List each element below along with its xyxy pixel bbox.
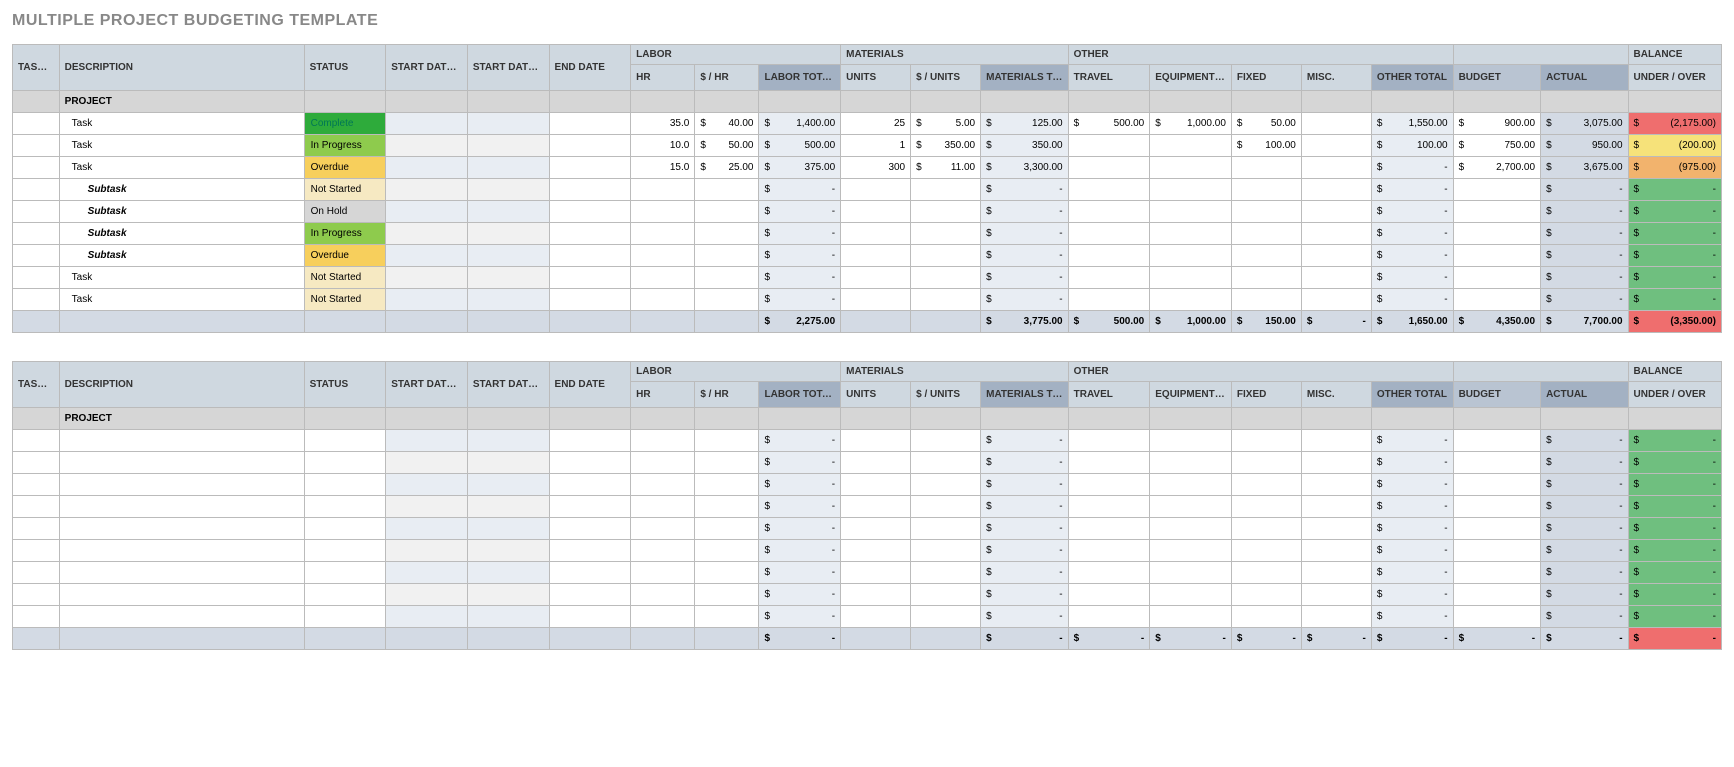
status-badge: Complete <box>304 113 386 135</box>
table-row: $- $- $- $- $- <box>13 496 1722 518</box>
table-row: Subtask In Progress $- $- $- $- $- <box>13 223 1722 245</box>
table-row: $- $- $- $- $- <box>13 452 1722 474</box>
table-row: $- $- $- $- $- <box>13 474 1722 496</box>
table-row: $- $- $- $- $- <box>13 540 1722 562</box>
table-row: Subtask Not Started $- $- $- $- $- <box>13 179 1722 201</box>
table-row: Subtask Overdue $- $- $- $- $- <box>13 245 1722 267</box>
table-row: $- $- $- $- $- <box>13 562 1722 584</box>
status-badge: Not Started <box>304 289 386 311</box>
table-row: Subtask On Hold $- $- $- $- $- <box>13 201 1722 223</box>
status-badge: Overdue <box>304 157 386 179</box>
totals-row: $- $- $-$- $-$- $- $-$- $- <box>13 628 1722 650</box>
budget-table: TASK IDDESCRIPTIONSTATUS START DATE PLAN… <box>12 361 1722 650</box>
table-row: Task Not Started $- $- $- $- $- <box>13 267 1722 289</box>
status-badge: Overdue <box>304 245 386 267</box>
status-badge: In Progress <box>304 135 386 157</box>
status-badge: Not Started <box>304 179 386 201</box>
table-row: $- $- $- $- $- <box>13 430 1722 452</box>
table-row: Task Not Started $- $- $- $- $- <box>13 289 1722 311</box>
table-row: Task Complete 35.0 $40.00 $1,400.00 25 $… <box>13 113 1722 135</box>
budget-table: TASK IDDESCRIPTIONSTATUS START DATE PLAN… <box>12 44 1722 333</box>
project-row: PROJECT <box>13 408 1722 430</box>
status-badge: On Hold <box>304 201 386 223</box>
table-row: Task Overdue 15.0 $25.00 $375.00 300 $11… <box>13 157 1722 179</box>
table-row: $- $- $- $- $- <box>13 518 1722 540</box>
page-title: MULTIPLE PROJECT BUDGETING TEMPLATE <box>12 12 1722 30</box>
table-row: $- $- $- $- $- <box>13 606 1722 628</box>
project-row: PROJECT <box>13 91 1722 113</box>
table-row: Task In Progress 10.0 $50.00 $500.00 1 $… <box>13 135 1722 157</box>
status-badge: Not Started <box>304 267 386 289</box>
totals-row: $2,275.00 $3,775.00 $500.00$1,000.00 $15… <box>13 311 1722 333</box>
status-badge: In Progress <box>304 223 386 245</box>
table-row: $- $- $- $- $- <box>13 584 1722 606</box>
